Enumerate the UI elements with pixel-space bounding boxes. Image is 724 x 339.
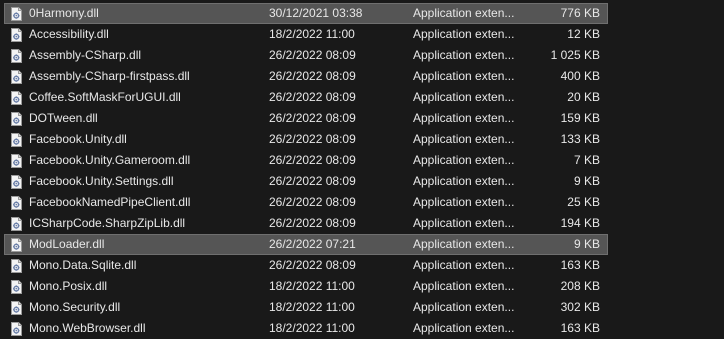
file-date-modified: 26/2/2022 08:09 [269,48,356,62]
file-type: Application exten... [413,153,515,167]
file-name: Mono.Posix.dll [29,279,108,293]
dll-file-icon [10,7,23,21]
file-row-12[interactable]: Mono.Data.Sqlite.dll 26/2/2022 08:09 App… [4,255,608,276]
file-size: 7 KB [573,153,600,167]
file-date-modified: 26/2/2022 08:09 [269,90,356,104]
file-date-modified: 18/2/2022 11:00 [269,27,355,41]
file-size: 9 KB [573,237,600,251]
file-row-7[interactable]: Facebook.Unity.Gameroom.dll 26/2/2022 08… [4,150,608,171]
dll-file-icon [10,133,23,147]
file-name: Assembly-CSharp.dll [29,48,142,62]
dll-file-icon [10,28,23,42]
dll-file-icon [10,322,23,336]
file-name: ICSharpCode.SharpZipLib.dll [29,216,186,230]
file-name: 0Harmony.dll [29,6,99,20]
file-name: Facebook.Unity.dll [29,132,127,146]
file-type: Application exten... [413,90,515,104]
dll-file-icon [10,49,23,63]
dll-file-icon [10,70,23,84]
file-list: 0Harmony.dll 30/12/2021 03:38 Applicatio… [0,3,724,339]
file-date-modified: 18/2/2022 11:00 [269,300,355,314]
dll-file-icon [10,154,23,168]
file-date-modified: 26/2/2022 08:09 [269,258,356,272]
dll-file-icon [10,259,23,273]
file-date-modified: 26/2/2022 08:09 [269,153,356,167]
file-date-modified: 26/2/2022 08:09 [269,195,356,209]
file-row-15[interactable]: Mono.WebBrowser.dll 18/2/2022 11:00 Appl… [4,318,608,339]
file-date-modified: 30/12/2021 03:38 [269,6,363,20]
file-type: Application exten... [413,237,515,251]
file-size: 25 KB [567,195,600,209]
file-name: Facebook.Unity.Gameroom.dll [29,153,191,167]
dll-file-icon [10,217,23,231]
file-name: Facebook.Unity.Settings.dll [29,174,174,188]
file-row-10[interactable]: ICSharpCode.SharpZipLib.dll 26/2/2022 08… [4,213,608,234]
file-type: Application exten... [413,300,515,314]
file-date-modified: 18/2/2022 11:00 [269,321,355,335]
file-row-0[interactable]: 0Harmony.dll 30/12/2021 03:38 Applicatio… [4,3,608,24]
dll-file-icon [10,112,23,126]
dll-file-icon [10,301,23,315]
file-row-5[interactable]: DOTween.dll 26/2/2022 08:09 Application … [4,108,608,129]
file-row-14[interactable]: Mono.Security.dll 18/2/2022 11:00 Applic… [4,297,608,318]
file-type: Application exten... [413,174,515,188]
file-row-1[interactable]: Accessibility.dll 18/2/2022 11:00 Applic… [4,24,608,45]
file-type: Application exten... [413,216,515,230]
file-date-modified: 26/2/2022 08:09 [269,69,356,83]
file-row-4[interactable]: Coffee.SoftMaskForUGUI.dll 26/2/2022 08:… [4,87,608,108]
file-row-6[interactable]: Facebook.Unity.dll 26/2/2022 08:09 Appli… [4,129,608,150]
file-type: Application exten... [413,279,515,293]
file-row-3[interactable]: Assembly-CSharp-firstpass.dll 26/2/2022 … [4,66,608,87]
file-name: ModLoader.dll [29,237,105,251]
file-date-modified: 26/2/2022 08:09 [269,132,356,146]
file-row-2[interactable]: Assembly-CSharp.dll 26/2/2022 08:09 Appl… [4,45,608,66]
file-size: 133 KB [560,132,600,146]
file-row-11[interactable]: ModLoader.dll 26/2/2022 07:21 Applicatio… [4,234,608,255]
file-size: 163 KB [560,258,600,272]
file-date-modified: 18/2/2022 11:00 [269,279,355,293]
file-type: Application exten... [413,6,515,20]
file-size: 208 KB [560,279,600,293]
file-name: Mono.Data.Sqlite.dll [29,258,137,272]
file-type: Application exten... [413,111,515,125]
file-type: Application exten... [413,48,515,62]
file-size: 302 KB [560,300,600,314]
file-date-modified: 26/2/2022 08:09 [269,216,356,230]
file-size: 20 KB [567,90,600,104]
file-date-modified: 26/2/2022 08:09 [269,174,356,188]
dll-file-icon [10,238,23,252]
file-type: Application exten... [413,69,515,83]
file-row-13[interactable]: Mono.Posix.dll 18/2/2022 11:00 Applicati… [4,276,608,297]
file-type: Application exten... [413,27,515,41]
file-size: 400 KB [560,69,600,83]
file-name: Assembly-CSharp-firstpass.dll [29,69,190,83]
file-size: 194 KB [560,216,600,230]
file-name: Mono.Security.dll [29,300,121,314]
dll-file-icon [10,175,23,189]
file-name: Mono.WebBrowser.dll [29,321,146,335]
file-size: 159 KB [560,111,600,125]
file-name: Accessibility.dll [29,27,109,41]
file-size: 163 KB [560,321,600,335]
file-row-9[interactable]: FacebookNamedPipeClient.dll 26/2/2022 08… [4,192,608,213]
file-date-modified: 26/2/2022 07:21 [269,237,356,251]
dll-file-icon [10,91,23,105]
file-type: Application exten... [413,321,515,335]
file-date-modified: 26/2/2022 08:09 [269,111,356,125]
file-type: Application exten... [413,258,515,272]
file-size: 776 KB [560,6,600,20]
file-name: FacebookNamedPipeClient.dll [29,195,191,209]
file-name: Coffee.SoftMaskForUGUI.dll [29,90,181,104]
file-row-8[interactable]: Facebook.Unity.Settings.dll 26/2/2022 08… [4,171,608,192]
file-type: Application exten... [413,132,515,146]
dll-file-icon [10,280,23,294]
file-size: 9 KB [573,174,600,188]
file-name: DOTween.dll [29,111,98,125]
dll-file-icon [10,196,23,210]
file-type: Application exten... [413,195,515,209]
file-size: 1 025 KB [550,48,600,62]
file-size: 12 KB [567,27,600,41]
